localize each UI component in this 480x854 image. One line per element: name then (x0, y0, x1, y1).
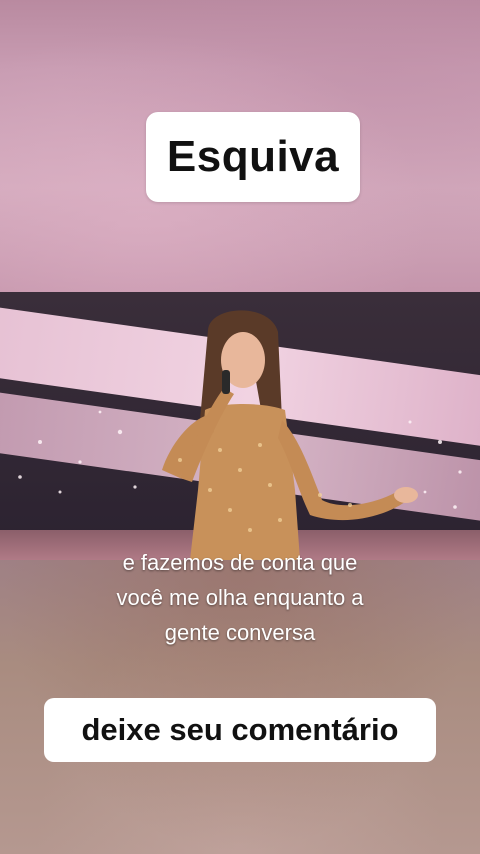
video-frame[interactable] (0, 292, 480, 560)
lyrics-line: e fazemos de conta que (122, 550, 358, 575)
lyrics-line: você me olha enquanto a (116, 585, 364, 610)
song-title-badge: Esquiva (146, 112, 360, 202)
lyrics-line: gente conversa (164, 620, 316, 645)
singer-figure (162, 310, 418, 560)
lyrics-caption: e fazemos de conta que você me olha enqu… (40, 545, 440, 650)
comment-prompt-text: deixe seu comentário (81, 712, 399, 747)
song-title: Esquiva (166, 132, 340, 181)
comment-prompt-badge: deixe seu comentário (44, 698, 436, 762)
